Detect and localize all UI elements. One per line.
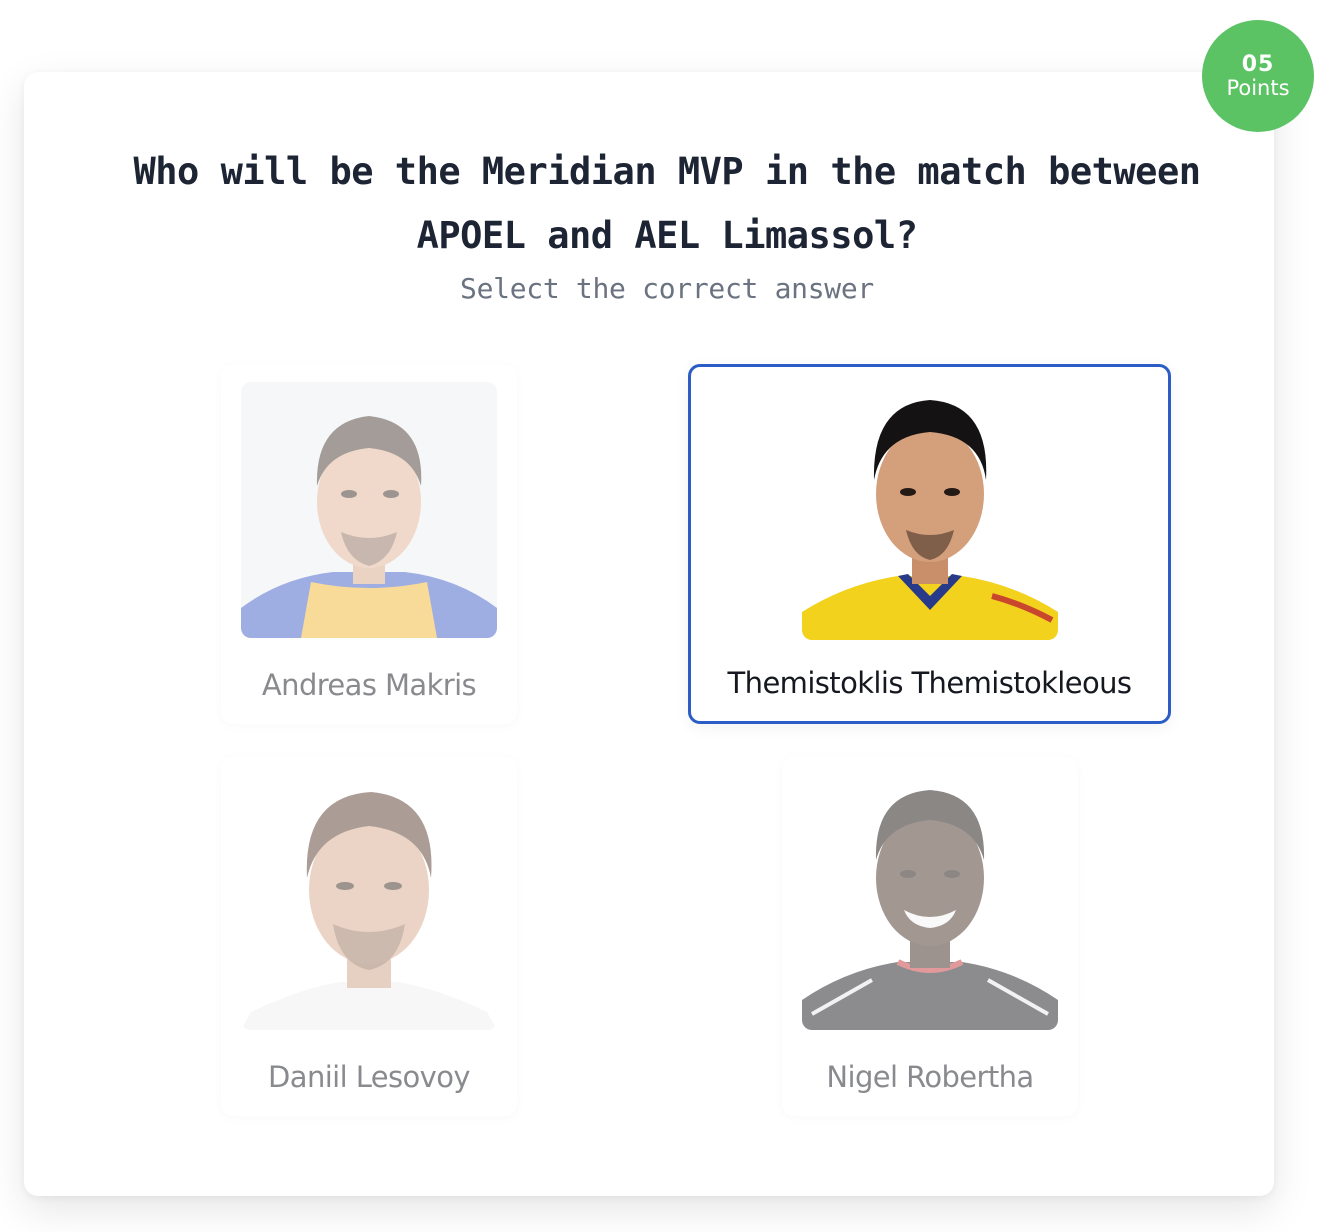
player-photo-yellow-blue-kit (241, 382, 497, 638)
option-label: Themistoklis Themistokleous (727, 666, 1132, 700)
player-photo (241, 382, 497, 638)
player-photo-white-shirt (241, 774, 497, 1030)
option-label: Andreas Makris (261, 668, 477, 702)
answer-option-nigel-robertha[interactable]: Nigel Robertha (782, 756, 1078, 1116)
option-label: Daniil Lesovoy (268, 1060, 470, 1094)
quiz-screen: 05 Points Who will be the Meridian MVP i… (0, 0, 1334, 1232)
player-photo (801, 384, 1058, 640)
answer-option-themistoklis-themistokleous[interactable]: Themistoklis Themistokleous (688, 364, 1171, 724)
question-subtitle: Select the correct answer (460, 272, 874, 305)
player-photo-black-kit (802, 774, 1058, 1030)
points-label: Points (1226, 75, 1290, 100)
player-photo-yellow-kit (801, 384, 1058, 640)
player-photo (802, 774, 1058, 1030)
option-label: Nigel Robertha (826, 1060, 1034, 1094)
answer-option-daniil-lesovoy[interactable]: Daniil Lesovoy (221, 756, 517, 1116)
player-photo (241, 774, 497, 1030)
points-value: 05 (1241, 52, 1275, 78)
points-badge: 05 Points (1202, 20, 1314, 132)
answer-option-andreas-makris[interactable]: Andreas Makris (221, 364, 517, 724)
question-title: Who will be the Meridian MVP in the matc… (133, 150, 1201, 257)
